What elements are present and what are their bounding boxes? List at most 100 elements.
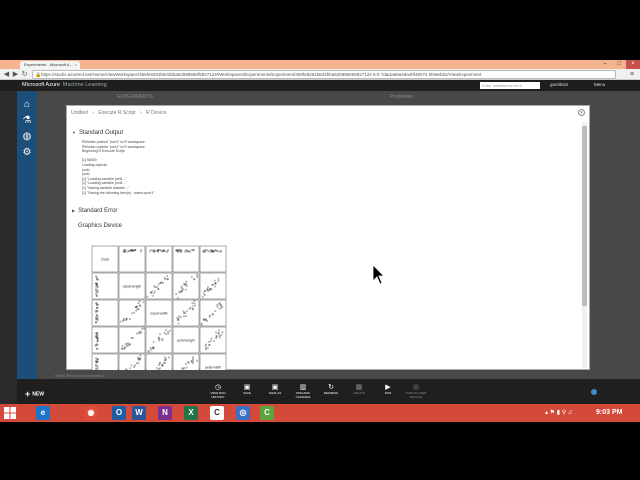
azure-brand[interactable]: Microsoft Azure Machine Learning xyxy=(22,82,107,88)
crumb-experiment[interactable]: Untitled xyxy=(71,110,88,116)
pairs-panel xyxy=(118,245,146,273)
outlook-icon[interactable]: O xyxy=(112,406,126,420)
collapse-triangle-icon: ▼ xyxy=(72,130,76,135)
mouse-cursor-icon xyxy=(372,264,384,285)
crumb-sep: › xyxy=(140,110,142,116)
save-as-button[interactable]: ▣ SAVE AS xyxy=(262,384,288,396)
pairs-panel xyxy=(118,299,146,327)
cmd-label: RUN xyxy=(384,391,392,395)
desktop: Experiments - Microsoft A... × – □ × ◀ ▶… xyxy=(0,60,640,422)
standard-output-title: Standard Output xyxy=(78,130,123,136)
chrome-icon[interactable]: ◉ xyxy=(84,406,98,420)
pairs-panel xyxy=(91,353,119,370)
camtasia-green-icon[interactable]: C xyxy=(260,406,274,420)
browser-blue-icon[interactable]: ◎ xyxy=(236,406,250,420)
pairs-plot: Class sepal-length sepal-width petal-length… xyxy=(88,242,232,370)
pairs-diagonal-label: sepal-width xyxy=(150,312,167,316)
url-text: https://studio.azureml.net/Home/ViewWork… xyxy=(41,72,482,77)
browser-menu-icon[interactable]: ≡ xyxy=(630,70,634,79)
windows-start-icon[interactable] xyxy=(4,407,16,419)
plus-icon: + xyxy=(25,389,31,399)
crumb-sep: › xyxy=(92,110,95,116)
pairs-diagonal-label: petal-length xyxy=(177,339,195,343)
tab-title: Experiments - Microsoft A... xyxy=(24,62,73,67)
search-input[interactable]: Enter Intellisense term xyxy=(480,82,540,89)
browser-tab[interactable]: Experiments - Microsoft A... × xyxy=(20,61,80,69)
left-nav: ⌂ ⚗ ◍ ⚙ xyxy=(17,91,37,379)
run-history-button[interactable]: ◷ VIEW RUN HISTORY xyxy=(205,384,231,399)
new-button[interactable]: + NEW xyxy=(25,389,44,399)
expand-triangle-icon: ▶ xyxy=(72,208,76,213)
pairs-panel xyxy=(91,326,119,354)
clock[interactable]: 9:03 PM xyxy=(596,409,622,416)
browser-toolbar: ◀ ▶ ↻ 🔒 https://studio.azureml.net/Home/… xyxy=(0,69,640,80)
cmd-label: SAVE xyxy=(243,391,251,395)
canvas-left-label: EXPERIMENTS xyxy=(117,94,153,100)
command-bar: + NEW ◷ VIEW RUN HISTORY ▣ SAVE ▣ SAVE AS ▥ D… xyxy=(17,379,640,406)
pairs-panel xyxy=(118,353,146,370)
back-button[interactable]: ◀ xyxy=(2,70,11,79)
run-button[interactable]: ▶ RUN xyxy=(375,384,401,396)
breadcrumb: Untitled › Execute R Script › R Device xyxy=(71,110,169,116)
pairs-plot-svg: Class sepal-length sepal-width petal-length… xyxy=(91,245,227,370)
standard-output-header[interactable]: ▼ Standard Output xyxy=(72,130,123,136)
refresh-button[interactable]: ↻ REFRESH xyxy=(318,384,344,396)
camtasia-icon[interactable]: C xyxy=(210,406,224,420)
ie-icon[interactable]: e xyxy=(36,406,50,420)
gear-icon[interactable]: ⚙ xyxy=(21,147,33,159)
onenote-icon[interactable]: N xyxy=(158,406,172,420)
cmd-label: CREATE xyxy=(353,391,365,395)
window-controls: – □ × xyxy=(598,60,640,69)
word-icon[interactable]: W xyxy=(132,406,146,420)
system-tray[interactable]: ▴ ⚑ ▮ ⚲ ♫ xyxy=(545,409,572,416)
globe-icon[interactable]: ◍ xyxy=(21,131,33,143)
crumb-current: R Device xyxy=(146,110,167,116)
lock-icon: 🔒 xyxy=(35,72,42,78)
standard-output-text: RWorker pushed "port1" to R workspace. R… xyxy=(82,140,282,195)
cmd-label: SAVE AS xyxy=(268,391,282,395)
flask-icon[interactable]: ⚗ xyxy=(21,115,33,127)
maximize-button[interactable]: □ xyxy=(612,60,626,69)
standard-error-title: Standard Error xyxy=(78,208,118,214)
discard-changes-button[interactable]: ▥ DISCARD CHANGES xyxy=(290,384,316,399)
cmd-label: PUBLISH WEB SERVICE xyxy=(405,391,427,399)
browser-tabstrip: Experiments - Microsoft A... × – □ × xyxy=(0,60,640,69)
menu-link[interactable]: Menu xyxy=(594,82,605,87)
home-icon[interactable]: ⌂ xyxy=(21,99,33,111)
cmd-label: VIEW RUN HISTORY xyxy=(210,391,226,399)
new-label: NEW xyxy=(32,391,44,398)
pairs-diagonal-label: Class xyxy=(101,258,110,262)
user-name[interactable]: gornitism xyxy=(550,82,568,87)
product-name: Machine Learning xyxy=(62,82,107,88)
publish-button[interactable]: ◎ PUBLISH WEB SERVICE xyxy=(403,384,429,399)
close-window-button[interactable]: × xyxy=(626,60,640,69)
cmd-label: REFRESH xyxy=(323,391,339,395)
help-icon[interactable] xyxy=(591,389,597,395)
standard-error-header[interactable]: ▶ Standard Error xyxy=(72,208,117,214)
pairs-panel xyxy=(145,272,173,300)
properties-label: Properties xyxy=(390,94,413,100)
minimize-button[interactable]: – xyxy=(598,60,612,69)
taskbar: e ◉ O W N X C ◎ C ▴ ⚑ ▮ ⚲ ♫ 9:03 PM xyxy=(0,404,640,422)
cmd-label: DISCARD CHANGES xyxy=(295,391,311,399)
azure-header: Microsoft Azure Machine Learning Enter In… xyxy=(0,80,640,91)
output-line: [1] "Saving the following item(s): .maml… xyxy=(82,190,155,195)
reload-button[interactable]: ↻ xyxy=(20,70,29,79)
create-button[interactable]: ▦ CREATE xyxy=(346,384,372,396)
save-button[interactable]: ▣ SAVE xyxy=(234,384,260,396)
excel-icon[interactable]: X xyxy=(184,406,198,420)
crumb-module[interactable]: Execute R Script xyxy=(98,110,135,116)
pairs-panel xyxy=(199,272,227,300)
screen: Experiments - Microsoft A... × – □ × ◀ ▶… xyxy=(0,0,640,480)
pairs-diagonal-label: sepal-length xyxy=(123,285,142,289)
brand-name: Microsoft Azure xyxy=(22,82,60,88)
scrollbar-thumb[interactable] xyxy=(582,126,587,306)
pairs-panel xyxy=(199,299,227,327)
address-bar[interactable]: 🔒 https://studio.azureml.net/Home/ViewWo… xyxy=(32,70,616,79)
summary-checkbox-label[interactable]: Show Terms Summarization xyxy=(55,373,105,378)
close-icon[interactable]: ✕ xyxy=(578,109,585,116)
graphics-device-title: Graphics Device xyxy=(78,223,123,229)
forward-button[interactable]: ▶ xyxy=(11,70,20,79)
pairs-diagonal-label: petal-width xyxy=(205,366,222,370)
tab-close-icon[interactable]: × xyxy=(75,62,77,67)
